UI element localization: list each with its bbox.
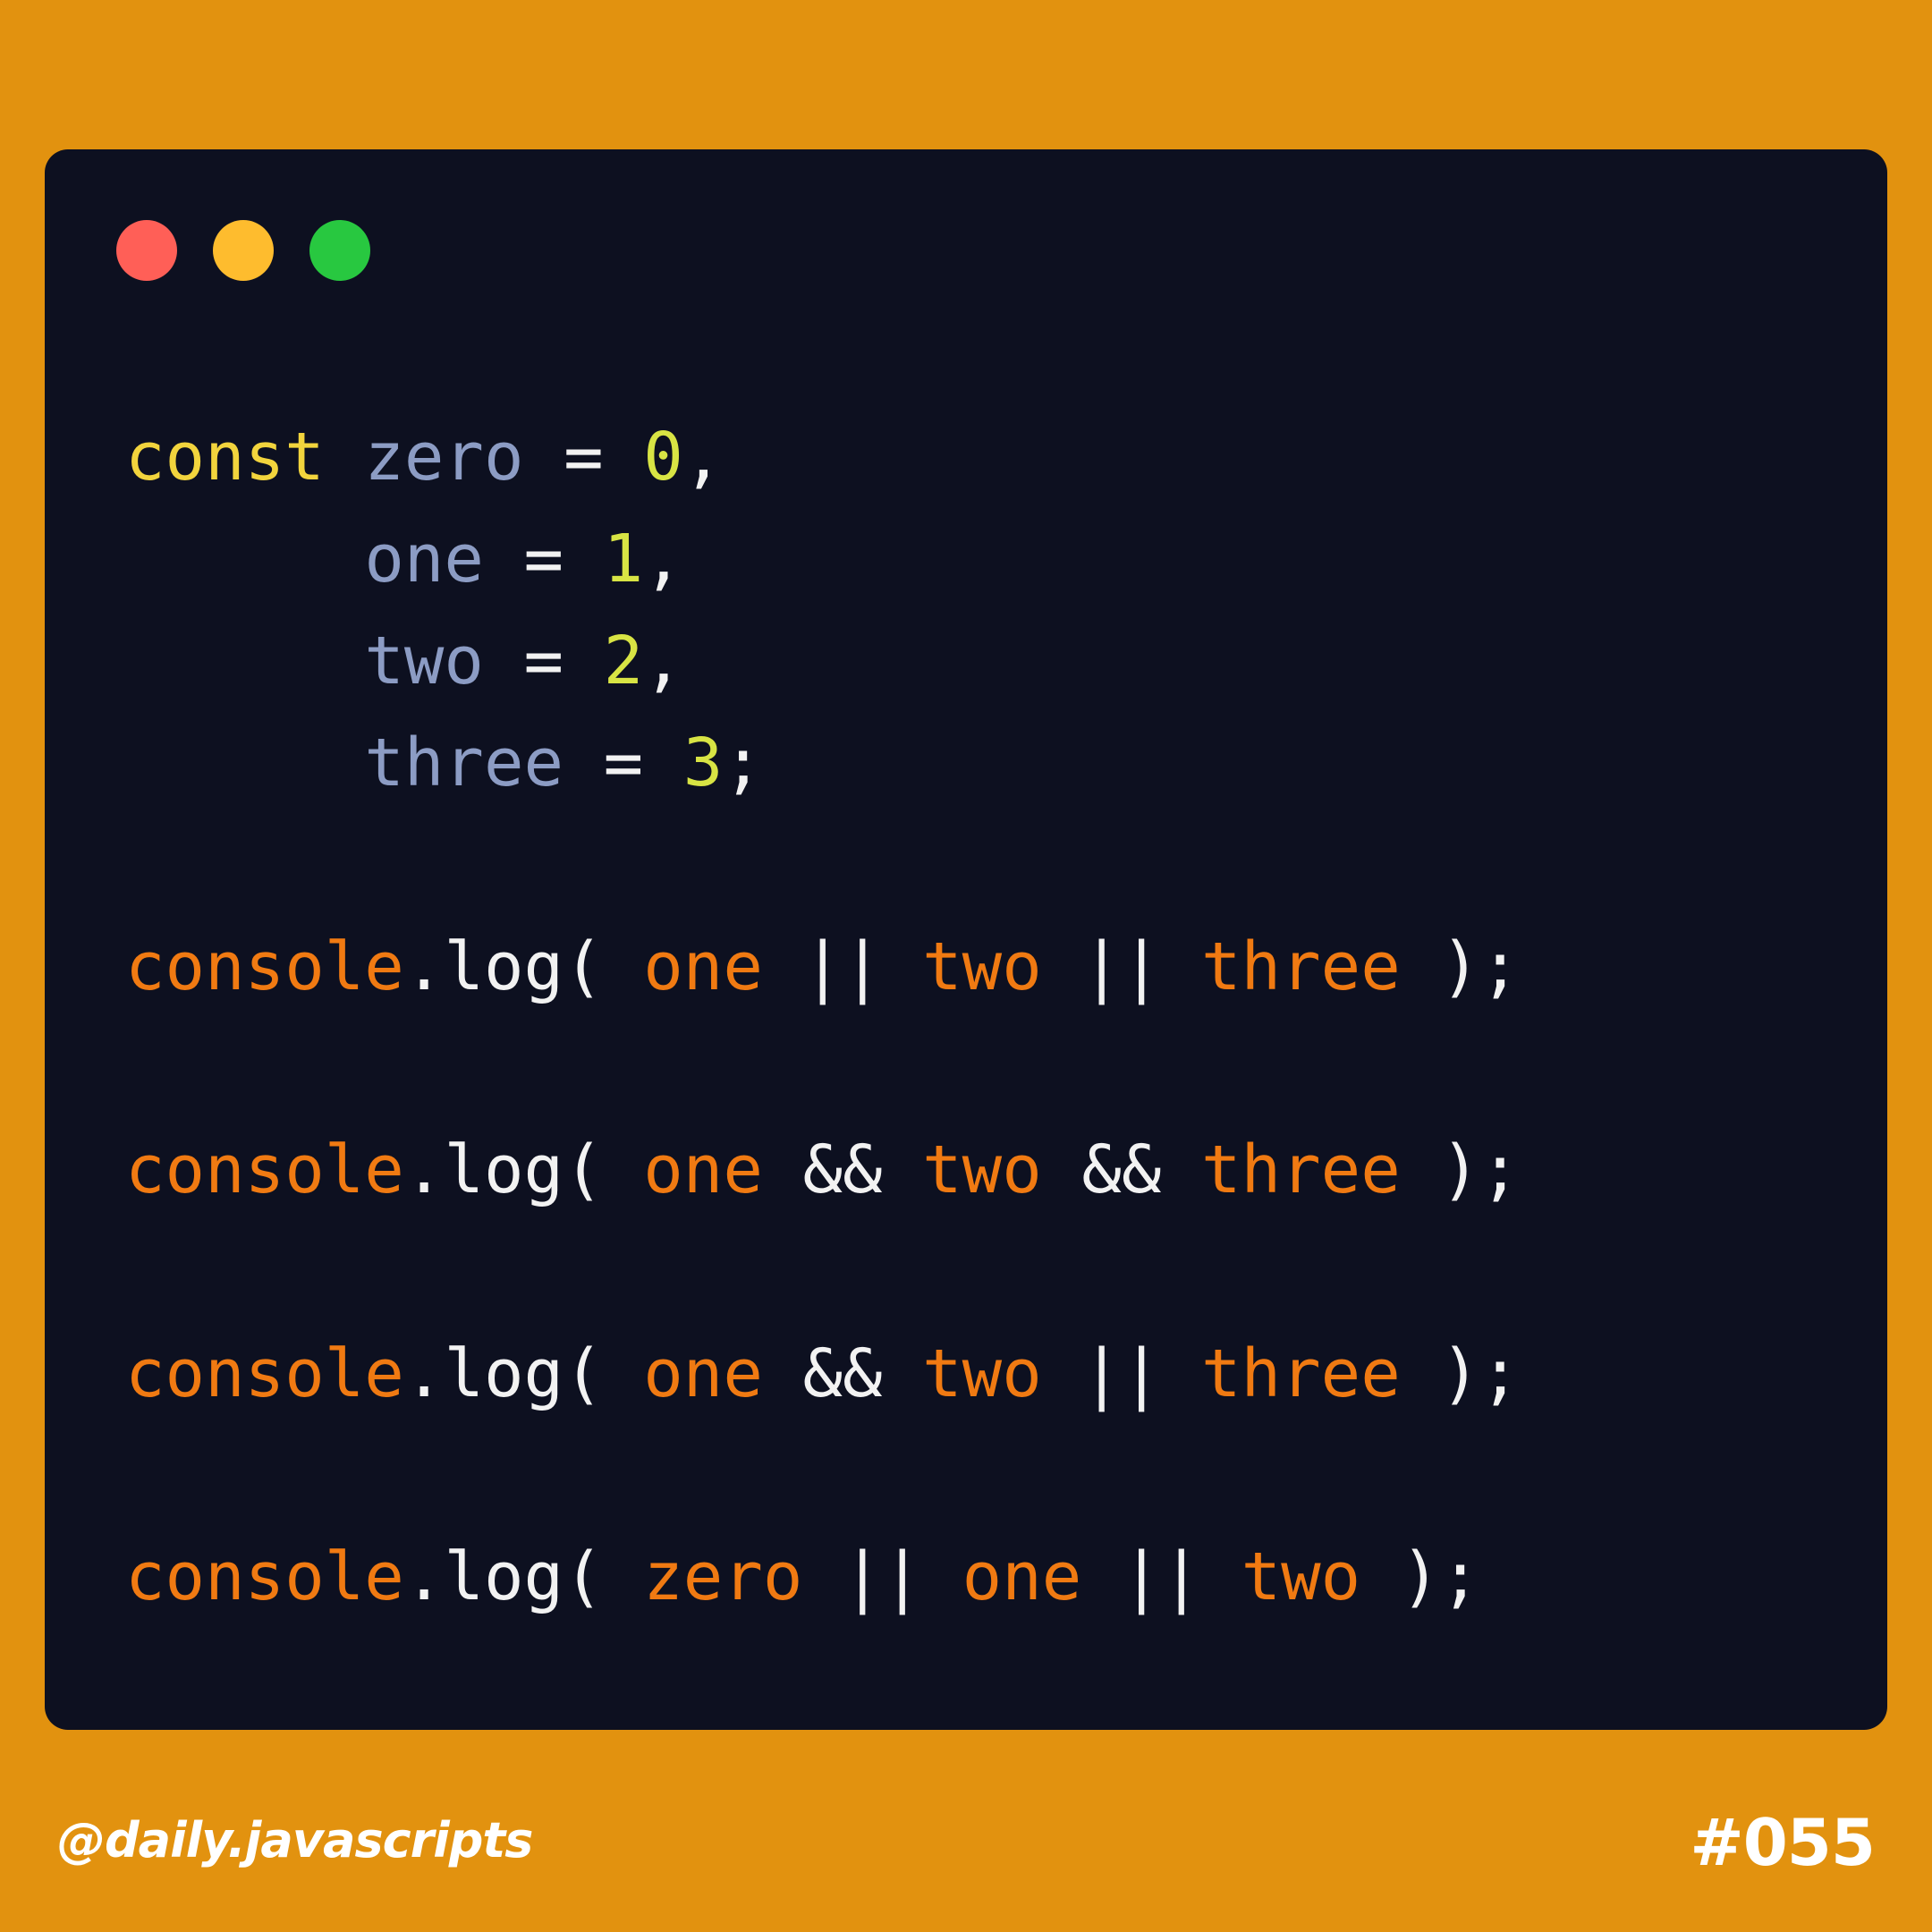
assign-operator: = xyxy=(523,623,564,699)
code-window: const zero = 0, one = 1, two = 2, three … xyxy=(45,149,1887,1730)
logical-operator: || xyxy=(1081,928,1162,1005)
separator: , xyxy=(682,419,724,496)
number-literal: 3 xyxy=(682,724,724,801)
arg-a: one xyxy=(643,1335,763,1412)
arg-b: one xyxy=(962,1538,1082,1615)
variable-zero: zero xyxy=(364,419,524,496)
dot: . xyxy=(403,928,445,1005)
arg-b: two xyxy=(922,1131,1042,1208)
arg-a: one xyxy=(643,1131,763,1208)
code-line-log-1: console.log( one || two || three ); xyxy=(125,934,1520,1000)
code-line-log-4: console.log( zero || one || two ); xyxy=(125,1544,1480,1610)
log-call: log( xyxy=(444,1335,604,1412)
call-close: ); xyxy=(1440,1335,1521,1412)
arg-b: two xyxy=(922,928,1042,1005)
console-object: console xyxy=(125,1131,404,1208)
arg-a: one xyxy=(643,928,763,1005)
code-line-log-2: console.log( one && two && three ); xyxy=(125,1137,1520,1203)
dot: . xyxy=(403,1538,445,1615)
code-line-declaration-three: three = 3; xyxy=(125,730,763,796)
code-line-log-3: console.log( one && two || three ); xyxy=(125,1341,1520,1407)
arg-b: two xyxy=(922,1335,1042,1412)
assign-operator: = xyxy=(523,521,564,597)
logical-operator: || xyxy=(1081,1335,1162,1412)
logical-operator: && xyxy=(802,1335,883,1412)
call-close: ); xyxy=(1440,928,1521,1005)
dot: . xyxy=(403,1131,445,1208)
code-block: const zero = 0, one = 1, two = 2, three … xyxy=(125,149,1520,1610)
logical-operator: || xyxy=(843,1538,923,1615)
terminator: ; xyxy=(723,724,763,801)
author-handle: @daily.javascripts xyxy=(57,1812,533,1868)
number-literal: 2 xyxy=(603,623,644,699)
logical-operator: || xyxy=(802,928,883,1005)
logical-operator: || xyxy=(1121,1538,1201,1615)
console-object: console xyxy=(125,1335,404,1412)
logical-operator: && xyxy=(802,1131,883,1208)
variable-three: three xyxy=(364,724,564,801)
const-keyword: const xyxy=(125,419,325,496)
arg-c: two xyxy=(1241,1538,1361,1615)
assign-operator: = xyxy=(603,724,644,801)
dot: . xyxy=(403,1335,445,1412)
log-call: log( xyxy=(444,928,604,1005)
logical-operator: && xyxy=(1081,1131,1162,1208)
console-object: console xyxy=(125,1538,404,1615)
call-close: ); xyxy=(1400,1538,1480,1615)
arg-c: three xyxy=(1201,928,1401,1005)
variable-one: one xyxy=(364,521,484,597)
arg-c: three xyxy=(1201,1131,1401,1208)
code-line-declaration-one: one = 1, xyxy=(125,526,682,592)
code-line-declaration-two: two = 2, xyxy=(125,628,682,694)
separator: , xyxy=(643,521,683,597)
post-number: #055 xyxy=(1690,1805,1876,1880)
console-object: console xyxy=(125,928,404,1005)
call-close: ); xyxy=(1440,1131,1521,1208)
separator: , xyxy=(643,623,683,699)
variable-two: two xyxy=(364,623,484,699)
maximize-dot-icon[interactable] xyxy=(309,220,370,281)
number-literal: 0 xyxy=(643,419,683,496)
assign-operator: = xyxy=(564,419,604,496)
arg-c: three xyxy=(1201,1335,1401,1412)
number-literal: 1 xyxy=(603,521,644,597)
log-call: log( xyxy=(444,1131,604,1208)
code-line-declaration-zero: const zero = 0, xyxy=(125,424,723,490)
arg-a: zero xyxy=(643,1538,803,1615)
log-call: log( xyxy=(444,1538,604,1615)
